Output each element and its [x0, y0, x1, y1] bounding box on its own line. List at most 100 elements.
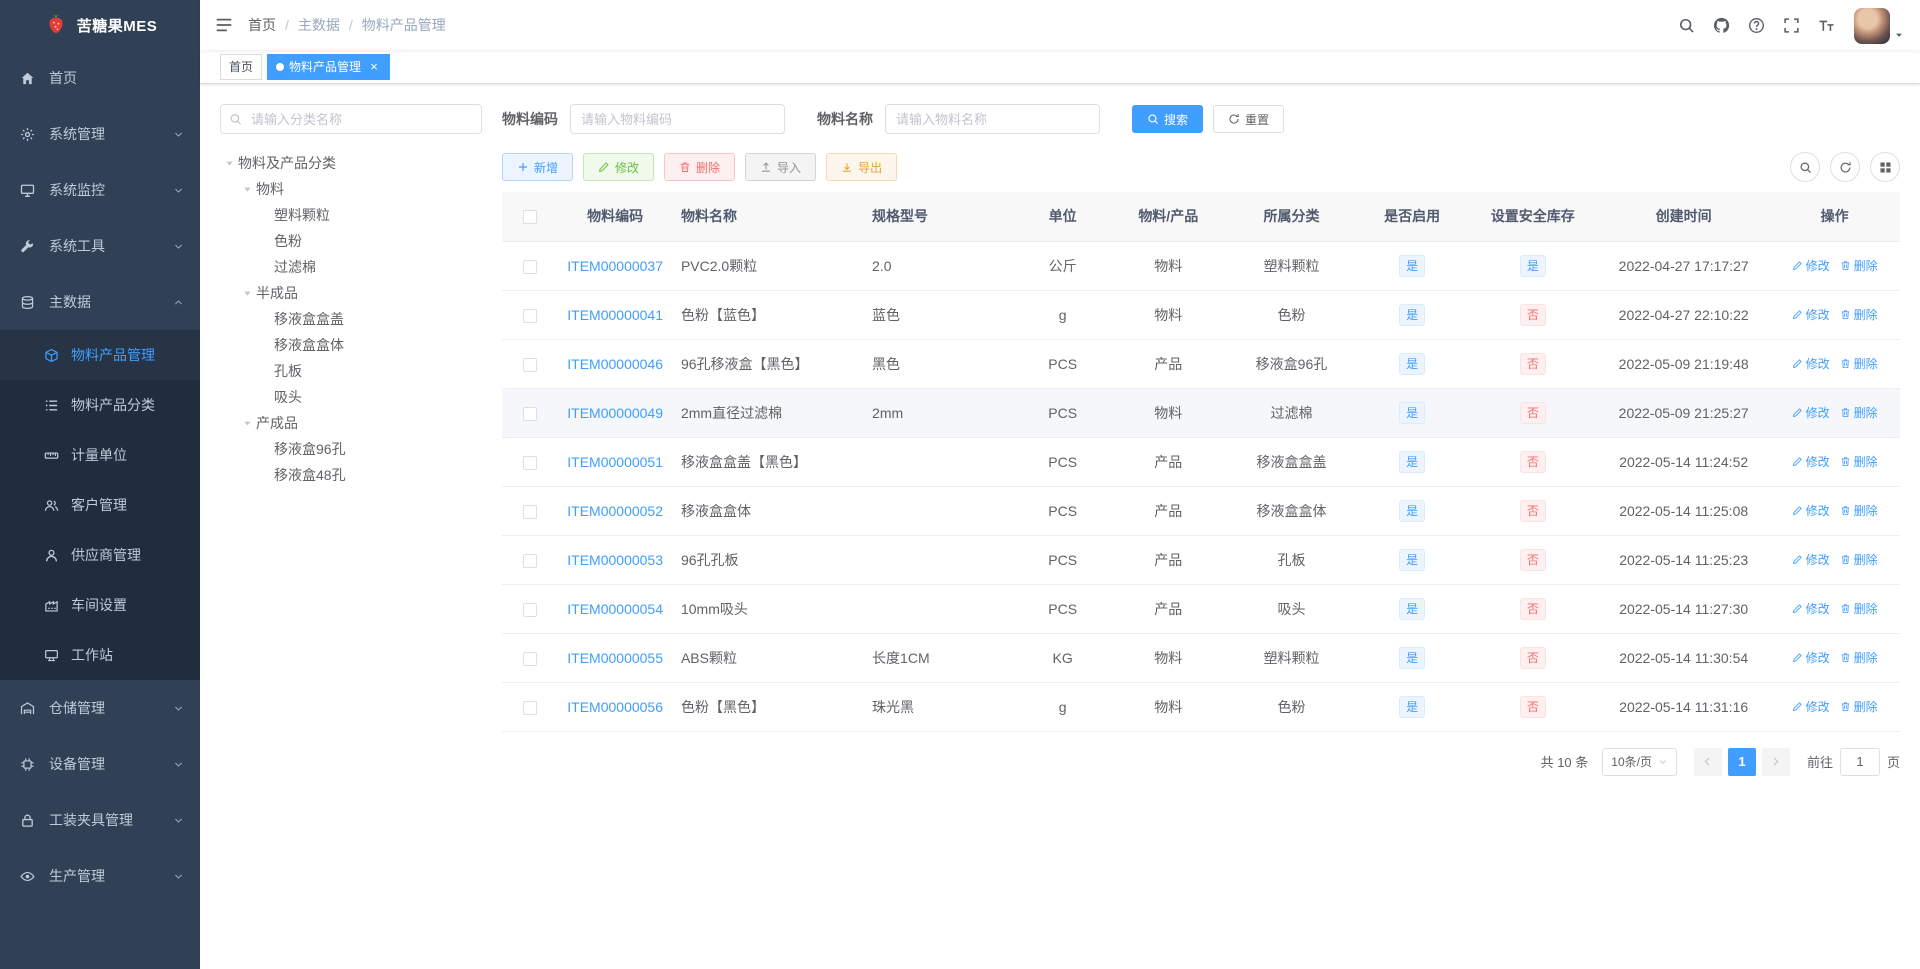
tree-node-5[interactable]: 半成品 [220, 280, 482, 306]
sidebar-item-measure-unit[interactable]: 计量单位 [0, 430, 200, 480]
column-header-9[interactable]: 操作 [1769, 192, 1900, 242]
page-size-select[interactable]: 10条/页 [1602, 747, 1677, 776]
row-checkbox[interactable] [522, 357, 537, 372]
column-header-0[interactable]: 物料编码 [557, 192, 673, 242]
tree-caret-down-icon[interactable] [238, 280, 256, 306]
tree-node-7[interactable]: 移液盒盒体 [220, 332, 482, 358]
column-header-4[interactable]: 物料/产品 [1110, 192, 1227, 242]
page-number-button[interactable]: 1 [1727, 747, 1756, 776]
sidebar-item-production-management[interactable]: 生产管理 [0, 848, 200, 904]
import-button[interactable]: 导入 [745, 153, 817, 181]
search-button[interactable]: 搜索 [1132, 105, 1204, 133]
tree-node-4[interactable]: 过滤棉 [220, 254, 482, 280]
tree-node-0[interactable]: 物料及产品分类 [220, 150, 482, 176]
table-row-5[interactable]: ITEM00000052 移液盒盒体 PCS 产品 移液盒盒体是否 2022-05-14 … [502, 486, 1900, 536]
table-row-7[interactable]: ITEM00000054 10mm吸头 PCS 产品 吸头 是 否 2022-05-14 11… [502, 584, 1900, 634]
column-header-6[interactable]: 是否启用 [1356, 192, 1468, 242]
sidebar-item-workstation[interactable]: 工作站 [0, 630, 200, 680]
tab-home[interactable]: 首页 [220, 53, 263, 80]
material-code-link[interactable]: ITEM00000055 [567, 650, 663, 666]
sidebar-item-fixture-management[interactable]: 工装夹具管理 [0, 792, 200, 848]
add-button[interactable]: 新增 [502, 153, 574, 181]
select-all-checkbox[interactable] [522, 210, 537, 225]
material-code-link[interactable]: ITEM00000052 [567, 503, 663, 519]
material-code-link[interactable]: ITEM00000041 [567, 307, 663, 323]
tree-node-1[interactable]: 物料 [220, 176, 482, 202]
table-row-2[interactable]: ITEM00000046 96孔移液盒【黑色】 黑色 PCS 产品 移液盒96孔 是 否 202… [502, 339, 1900, 389]
sidebar-item-supplier-management[interactable]: 供应商管理 [0, 530, 200, 580]
sidebar-item-system-management[interactable]: 系统管理 [0, 106, 200, 162]
row-edit-button[interactable]: 修改 [1792, 453, 1830, 470]
table-row-4[interactable]: ITEM00000051 移液盒盒盖【黑色】 PCS 产品 移液盒盒盖 是 否 2022-05… [502, 437, 1900, 487]
column-header-5[interactable]: 所属分类 [1226, 192, 1357, 242]
row-edit-button[interactable]: 修改 [1792, 404, 1830, 421]
row-delete-button[interactable]: 删除 [1840, 306, 1878, 323]
tree-node-6[interactable]: 移液盒盒盖 [220, 306, 482, 332]
tree-node-8[interactable]: 孔板 [220, 358, 482, 384]
material-code-link[interactable]: ITEM00000054 [567, 601, 663, 617]
breadcrumb-item-0[interactable]: 首页 [248, 15, 276, 35]
material-code-link[interactable]: ITEM00000051 [567, 454, 663, 470]
row-checkbox[interactable] [522, 553, 537, 568]
sidebar-item-material-product-management[interactable]: 物料产品管理 [0, 330, 200, 380]
export-button[interactable]: 导出 [826, 153, 898, 181]
column-header-2[interactable]: 规格型号 [864, 192, 1015, 242]
row-delete-button[interactable]: 删除 [1840, 404, 1878, 421]
row-delete-button[interactable]: 删除 [1840, 355, 1878, 372]
sidebar-item-home[interactable]: 首页 [0, 50, 200, 106]
row-delete-button[interactable]: 删除 [1840, 502, 1878, 519]
tree-node-3[interactable]: 色粉 [220, 228, 482, 254]
tree-caret-down-icon[interactable] [238, 176, 256, 202]
row-checkbox[interactable] [522, 259, 537, 274]
refresh-table-button[interactable] [1830, 152, 1860, 182]
row-checkbox[interactable] [522, 602, 537, 617]
column-header-3[interactable]: 单位 [1014, 192, 1111, 242]
row-edit-button[interactable]: 修改 [1792, 551, 1830, 568]
row-delete-button[interactable]: 删除 [1840, 453, 1878, 470]
table-row-3[interactable]: ITEM00000049 2mm直径过滤棉 2mm PCS 物料 过滤棉 是 否 2022-05… [502, 388, 1900, 438]
tree-node-9[interactable]: 吸头 [220, 384, 482, 410]
font-size-button[interactable] [1809, 0, 1844, 50]
table-row-6[interactable]: ITEM00000053 96孔孔板 PCS 产品 孔板 是 否 2022-05-14 11:… [502, 535, 1900, 585]
header-search-button[interactable] [1669, 0, 1704, 50]
app-logo[interactable]: 苦糖果MES [0, 0, 200, 50]
tab-material-product-management[interactable]: 物料产品管理 × [267, 53, 391, 80]
tree-caret-down-icon[interactable] [220, 150, 238, 176]
row-edit-button[interactable]: 修改 [1792, 257, 1830, 274]
next-page-button[interactable] [1761, 747, 1790, 776]
tree-node-12[interactable]: 移液盒48孔 [220, 462, 482, 488]
tree-node-2[interactable]: 塑料颗粒 [220, 202, 482, 228]
fullscreen-button[interactable] [1774, 0, 1809, 50]
material-code-link[interactable]: ITEM00000037 [567, 258, 663, 274]
prev-page-button[interactable] [1693, 747, 1722, 776]
toggle-search-button[interactable] [1790, 152, 1820, 182]
row-checkbox[interactable] [522, 455, 537, 470]
row-edit-button[interactable]: 修改 [1792, 502, 1830, 519]
sidebar-item-system-monitor[interactable]: 系统监控 [0, 162, 200, 218]
help-button[interactable] [1739, 0, 1774, 50]
material-name-input[interactable] [885, 104, 1100, 134]
sidebar-item-material-product-category[interactable]: 物料产品分类 [0, 380, 200, 430]
column-header-7[interactable]: 设置安全库存 [1467, 192, 1599, 242]
column-header-1[interactable]: 物料名称 [672, 192, 865, 242]
row-delete-button[interactable]: 删除 [1840, 257, 1878, 274]
hamburger-icon[interactable] [200, 0, 248, 50]
row-checkbox[interactable] [522, 406, 537, 421]
material-code-link[interactable]: ITEM00000046 [567, 356, 663, 372]
row-edit-button[interactable]: 修改 [1792, 649, 1830, 666]
row-delete-button[interactable]: 删除 [1840, 698, 1878, 715]
row-edit-button[interactable]: 修改 [1792, 600, 1830, 617]
category-search-input[interactable] [220, 104, 482, 134]
sidebar-item-warehouse-management[interactable]: 仓储管理 [0, 680, 200, 736]
table-row-1[interactable]: ITEM00000041 色粉【蓝色】 蓝色 g 物料 色粉 是 否 2022-04-27 22… [502, 290, 1900, 340]
row-delete-button[interactable]: 删除 [1840, 649, 1878, 666]
material-code-link[interactable]: ITEM00000053 [567, 552, 663, 568]
sidebar-item-equipment-management[interactable]: 设备管理 [0, 736, 200, 792]
goto-page-input[interactable] [1839, 747, 1880, 776]
sidebar-item-system-tools[interactable]: 系统工具 [0, 218, 200, 274]
table-row-8[interactable]: ITEM00000055 ABS颗粒 长度1CM KG 物料 塑料颗粒 是 否 2022-05-… [502, 633, 1900, 683]
sidebar-item-master-data[interactable]: 主数据 [0, 274, 200, 330]
material-code-link[interactable]: ITEM00000056 [567, 699, 663, 715]
material-code-link[interactable]: ITEM00000049 [567, 405, 663, 421]
row-edit-button[interactable]: 修改 [1792, 306, 1830, 323]
